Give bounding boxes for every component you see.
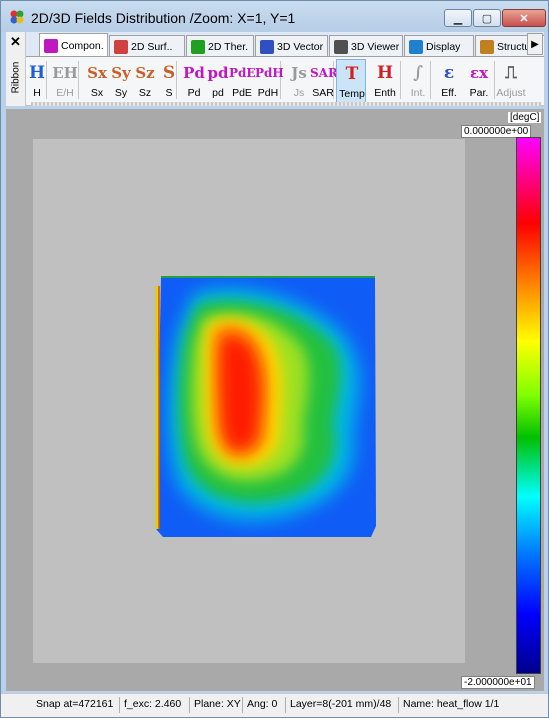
ribbon-label[interactable]: Ribbon [11,54,22,102]
maximize-button[interactable]: ▢ [473,9,501,27]
tool-pdh-button[interactable]: PdH PdH [255,59,284,103]
tool-h-icon: H [28,63,46,83]
structure-icon [480,39,494,54]
tool-label: PdH [257,87,279,99]
tool-sz-icon: Sz [135,64,155,82]
tool-par-icon: εx [469,64,489,82]
tab-surface[interactable]: 2D Surf.. [109,35,185,56]
tool-enth-icon: H [376,63,394,83]
ribbon-close-icon[interactable]: ✕ [10,34,21,50]
field-heatmap [155,276,376,537]
ribbon-tabs: Compon. 2D Surf.. 2D Ther. 3D Vector 3D View… [26,32,544,57]
close-button[interactable]: ✕ [502,9,546,27]
toolbar-gripper [31,102,541,106]
tool-e-h-icon: EH [52,64,78,82]
tool-e-h-button[interactable]: EH E/H [52,59,78,103]
tool-temp-icon: T [345,64,359,84]
tool-js-icon: Js [291,64,307,82]
temperature-field-map[interactable] [153,274,376,539]
status-layer: Layer=8(-201 mm)/48 [290,698,392,710]
tool-sar-icon: SAR [310,66,338,80]
tool-pdh-icon: PdH [255,66,284,80]
surface-icon [114,39,128,54]
display-icon [409,39,423,54]
tool-label: Par. [469,87,489,99]
tool-sy-icon: Sy [111,64,131,82]
tab-label: Compon. [61,39,104,52]
status-snap: Snap at=472161 [36,698,114,710]
tab-vector[interactable]: 3D Vector [255,35,328,56]
colorbar-scale [516,137,541,674]
tab-display[interactable]: Display [404,35,474,56]
status-name: Name: heat_flow 1/1 [403,698,500,710]
colorbar-unit: [degC] [508,112,542,123]
tool-label: Eff. [441,87,457,99]
tool-label: Enth [374,87,396,99]
field-viewport[interactable]: [degC] 0.000000e+00 -2.000000e+01 [6,109,544,691]
status-divider [398,697,399,713]
app-icon [10,10,24,24]
tool-label: Adjust [496,87,526,99]
ribbon-side-panel: ✕ Ribbon [6,32,26,106]
tab-scroll-right-button[interactable]: ▶ [527,33,543,55]
tool-eff-icon: ε [443,63,455,83]
status-plane: Plane: XY [194,698,241,710]
status-angle: Ang: 0 [247,698,278,710]
tool-temp-button[interactable]: T Temp [336,59,366,103]
status-divider [242,697,243,713]
app-window: 2D/3D Fields Distribution /Zoom: X=1, Y=… [0,0,549,718]
viewer-icon [334,39,348,54]
status-fexc: f_exc: 2.460 [124,698,182,710]
tool-eff-button[interactable]: ε Eff. [436,59,462,103]
tab-viewer[interactable]: 3D Viewer [329,35,403,56]
field-e-icon [44,38,58,53]
tool-h-button[interactable]: HH [26,59,50,103]
tool-int-button[interactable]: ∫ Int. [405,59,431,103]
tool-par-button[interactable]: εx Par. [466,59,492,103]
minimize-button[interactable]: ▁ [444,9,472,27]
tool-adjust-icon: ⎍ [505,63,517,83]
tool-pde-icon: PdE [229,66,256,80]
tab-label: 3D Vector [277,40,324,53]
ribbon-toolbar: H H EH E/H Sx Sx Sy Sy Sz Sz S S Pd Pd pd pd PdE PdE PdH Pd… [26,57,544,106]
vector-icon [260,39,274,54]
status-divider [285,697,286,713]
tool-enth-button[interactable]: H Enth [372,59,398,103]
status-divider [119,697,120,713]
status-divider [189,697,190,713]
thermal-icon [191,39,205,54]
tab-label: 3D Viewer [351,40,400,53]
title-bar[interactable]: 2D/3D Fields Distribution /Zoom: X=1, Y=… [1,1,548,32]
tool-sar-button[interactable]: SAR SAR [310,59,338,103]
status-bar: Snap at=472161 f_exc: 2.460 Plane: XY An… [1,693,548,717]
tool-int-icon: ∫ [413,63,423,83]
tool-pd-icon: pd [207,64,229,82]
tool-s-icon: S [162,63,176,83]
tool-pd-icon: Pd [183,64,205,82]
tool-adjust-button[interactable]: ⎍ Adjust [496,59,525,103]
tab-field-e[interactable]: Compon. [39,33,108,56]
tool-label: Temp [339,88,365,100]
tool-label: Int. [410,87,426,99]
colorbar-min-label: -2.000000e+01 [461,676,535,689]
window-title: 2D/3D Fields Distribution /Zoom: X=1, Y=… [31,10,296,26]
tab-label: Display [426,40,461,53]
tool-label: E/H [56,87,74,99]
tab-label: 2D Ther. [208,40,249,53]
tool-sx-icon: Sx [87,64,107,82]
tab-thermal[interactable]: 2D Ther. [186,35,254,56]
tab-label: 2D Surf.. [131,40,173,53]
